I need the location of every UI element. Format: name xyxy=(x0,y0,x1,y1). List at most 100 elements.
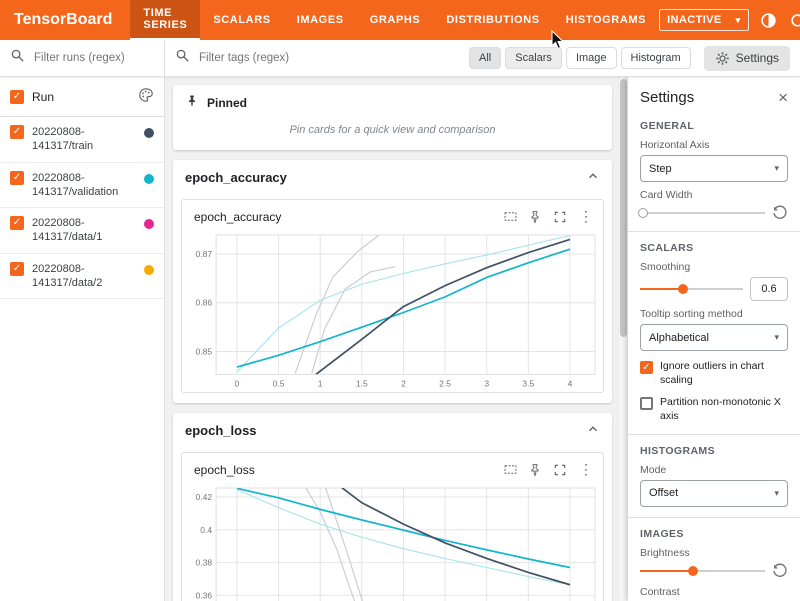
partition-x-axis-checkbox[interactable] xyxy=(640,397,653,410)
histogram-mode-select[interactable]: Offset ▾ xyxy=(640,480,788,507)
epoch-loss-chart[interactable]: 00.511.522.533.540.420.40.380.36 xyxy=(182,480,603,601)
run-row-validation[interactable]: ✓ 20220808-141317/validation xyxy=(0,163,164,209)
app-title: TensorBoard xyxy=(0,0,130,40)
run-name: 20220808-141317/train xyxy=(32,125,136,154)
horizontal-axis-select[interactable]: Step ▾ xyxy=(640,155,788,182)
fit-to-data-icon[interactable] xyxy=(502,209,518,225)
chevron-down-icon: ▾ xyxy=(774,163,779,174)
fullscreen-icon[interactable] xyxy=(552,209,568,225)
svg-text:0: 0 xyxy=(235,378,240,388)
partition-x-axis-label: Partition non-monotonic X axis xyxy=(660,396,788,423)
filter-tags-input[interactable] xyxy=(197,51,462,65)
run-color-dot xyxy=(144,128,154,138)
tooltip-sorting-select[interactable]: Alphabetical ▾ xyxy=(640,324,788,351)
run-checkbox[interactable]: ✓ xyxy=(10,216,24,230)
section-epoch-accuracy: epoch_accuracy epoch_accuracy xyxy=(173,160,612,403)
tab-time-series[interactable]: TIME SERIES xyxy=(130,0,200,40)
settings-heading-general: GENERAL xyxy=(640,120,788,132)
reload-status-dropdown[interactable]: INACTIVE ▾ xyxy=(659,9,748,31)
run-row-data-2[interactable]: ✓ 20220808-141317/data/2 xyxy=(0,254,164,300)
pin-icon[interactable] xyxy=(527,462,543,478)
search-icon xyxy=(175,48,190,68)
more-options-icon[interactable]: ⋮ xyxy=(577,461,595,478)
chart-card-epoch-loss: epoch_loss ⋮ xyxy=(181,452,604,601)
settings-button[interactable]: Settings xyxy=(704,46,790,71)
run-checkbox[interactable]: ✓ xyxy=(10,171,24,185)
more-options-icon[interactable]: ⋮ xyxy=(577,208,595,225)
divider xyxy=(628,517,800,518)
gear-icon xyxy=(715,51,730,66)
reload-status-value: INACTIVE xyxy=(667,14,722,26)
tab-distributions[interactable]: DISTRIBUTIONS xyxy=(433,0,552,40)
section-header-epoch-accuracy[interactable]: epoch_accuracy xyxy=(173,160,612,195)
chip-all[interactable]: All xyxy=(469,47,501,69)
run-row-train[interactable]: ✓ 20220808-141317/train xyxy=(0,117,164,163)
filter-toolbar: All Scalars Image Histogram Settings xyxy=(0,40,800,77)
svg-text:1.5: 1.5 xyxy=(356,378,368,388)
contrast-label: Contrast xyxy=(640,586,788,598)
search-icon xyxy=(10,48,25,68)
smoothing-value-input[interactable]: 0.6 xyxy=(750,277,788,301)
run-list-header-label: Run xyxy=(32,90,130,104)
histogram-mode-label: Mode xyxy=(640,464,788,476)
smoothing-slider[interactable] xyxy=(640,282,743,296)
section-title: epoch_accuracy xyxy=(185,170,287,185)
tab-images[interactable]: IMAGES xyxy=(284,0,357,40)
partition-x-axis-row[interactable]: Partition non-monotonic X axis xyxy=(640,396,788,423)
chip-scalars[interactable]: Scalars xyxy=(505,47,562,69)
ignore-outliers-checkbox[interactable]: ✓ xyxy=(640,361,653,374)
settings-heading-images: IMAGES xyxy=(640,528,788,540)
chevron-up-icon[interactable] xyxy=(586,422,600,439)
chevron-down-icon: ▾ xyxy=(774,488,779,499)
run-name: 20220808-141317/validation xyxy=(32,171,136,200)
chart-title: epoch_accuracy xyxy=(194,210,502,224)
select-all-runs-checkbox[interactable]: ✓ xyxy=(10,90,24,104)
refresh-icon[interactable] xyxy=(789,11,800,29)
main-content: Pinned Pin cards for a quick view and co… xyxy=(165,77,628,601)
tooltip-sorting-label: Tooltip sorting method xyxy=(640,308,788,320)
ignore-outliers-label: Ignore outliers in chart scaling xyxy=(660,360,788,387)
close-icon[interactable]: × xyxy=(778,89,788,106)
reset-icon[interactable] xyxy=(772,205,788,221)
section-header-epoch-loss[interactable]: epoch_loss xyxy=(173,413,612,448)
run-checkbox[interactable]: ✓ xyxy=(10,125,24,139)
reset-icon[interactable] xyxy=(772,563,788,579)
tab-histograms[interactable]: HISTOGRAMS xyxy=(553,0,659,40)
svg-text:3: 3 xyxy=(484,378,489,388)
chip-histogram[interactable]: Histogram xyxy=(621,47,691,69)
pin-icon xyxy=(185,94,199,111)
svg-text:0.4: 0.4 xyxy=(200,525,212,535)
run-checkbox[interactable]: ✓ xyxy=(10,262,24,276)
tab-graphs[interactable]: GRAPHS xyxy=(357,0,434,40)
pinned-empty-hint: Pin cards for a quick view and compariso… xyxy=(173,120,612,150)
ignore-outliers-row[interactable]: ✓ Ignore outliers in chart scaling xyxy=(640,360,788,387)
tab-scalars[interactable]: SCALARS xyxy=(200,0,283,40)
run-row-data-1[interactable]: ✓ 20220808-141317/data/1 xyxy=(0,208,164,254)
brightness-label: Brightness xyxy=(640,547,788,559)
runs-filter-container xyxy=(0,40,165,76)
scrollbar-thumb[interactable] xyxy=(620,79,627,337)
section-title: epoch_loss xyxy=(185,423,257,438)
card-width-slider[interactable] xyxy=(640,206,765,220)
svg-text:0.86: 0.86 xyxy=(195,298,212,308)
app-header: TensorBoard TIME SERIES SCALARS IMAGES G… xyxy=(0,0,800,40)
section-epoch-loss: epoch_loss epoch_loss xyxy=(173,413,612,601)
histogram-mode-value: Offset xyxy=(649,487,678,499)
svg-text:0.85: 0.85 xyxy=(195,346,212,356)
tags-toolbar: All Scalars Image Histogram Settings xyxy=(165,40,800,76)
brightness-slider[interactable] xyxy=(640,564,765,578)
svg-text:3.5: 3.5 xyxy=(522,378,534,388)
pin-icon[interactable] xyxy=(527,209,543,225)
fullscreen-icon[interactable] xyxy=(552,462,568,478)
chip-image[interactable]: Image xyxy=(566,47,617,69)
run-color-dot xyxy=(144,265,154,275)
chevron-up-icon[interactable] xyxy=(586,169,600,186)
palette-icon[interactable] xyxy=(138,87,154,106)
fit-to-data-icon[interactable] xyxy=(502,462,518,478)
theme-toggle-icon[interactable] xyxy=(760,11,778,29)
epoch-accuracy-chart[interactable]: 00.511.522.533.540.850.860.87 xyxy=(182,227,603,392)
horizontal-axis-value: Step xyxy=(649,163,672,175)
main-scrollbar[interactable] xyxy=(618,77,628,601)
chevron-down-icon: ▾ xyxy=(774,332,779,343)
run-color-dot xyxy=(144,219,154,229)
